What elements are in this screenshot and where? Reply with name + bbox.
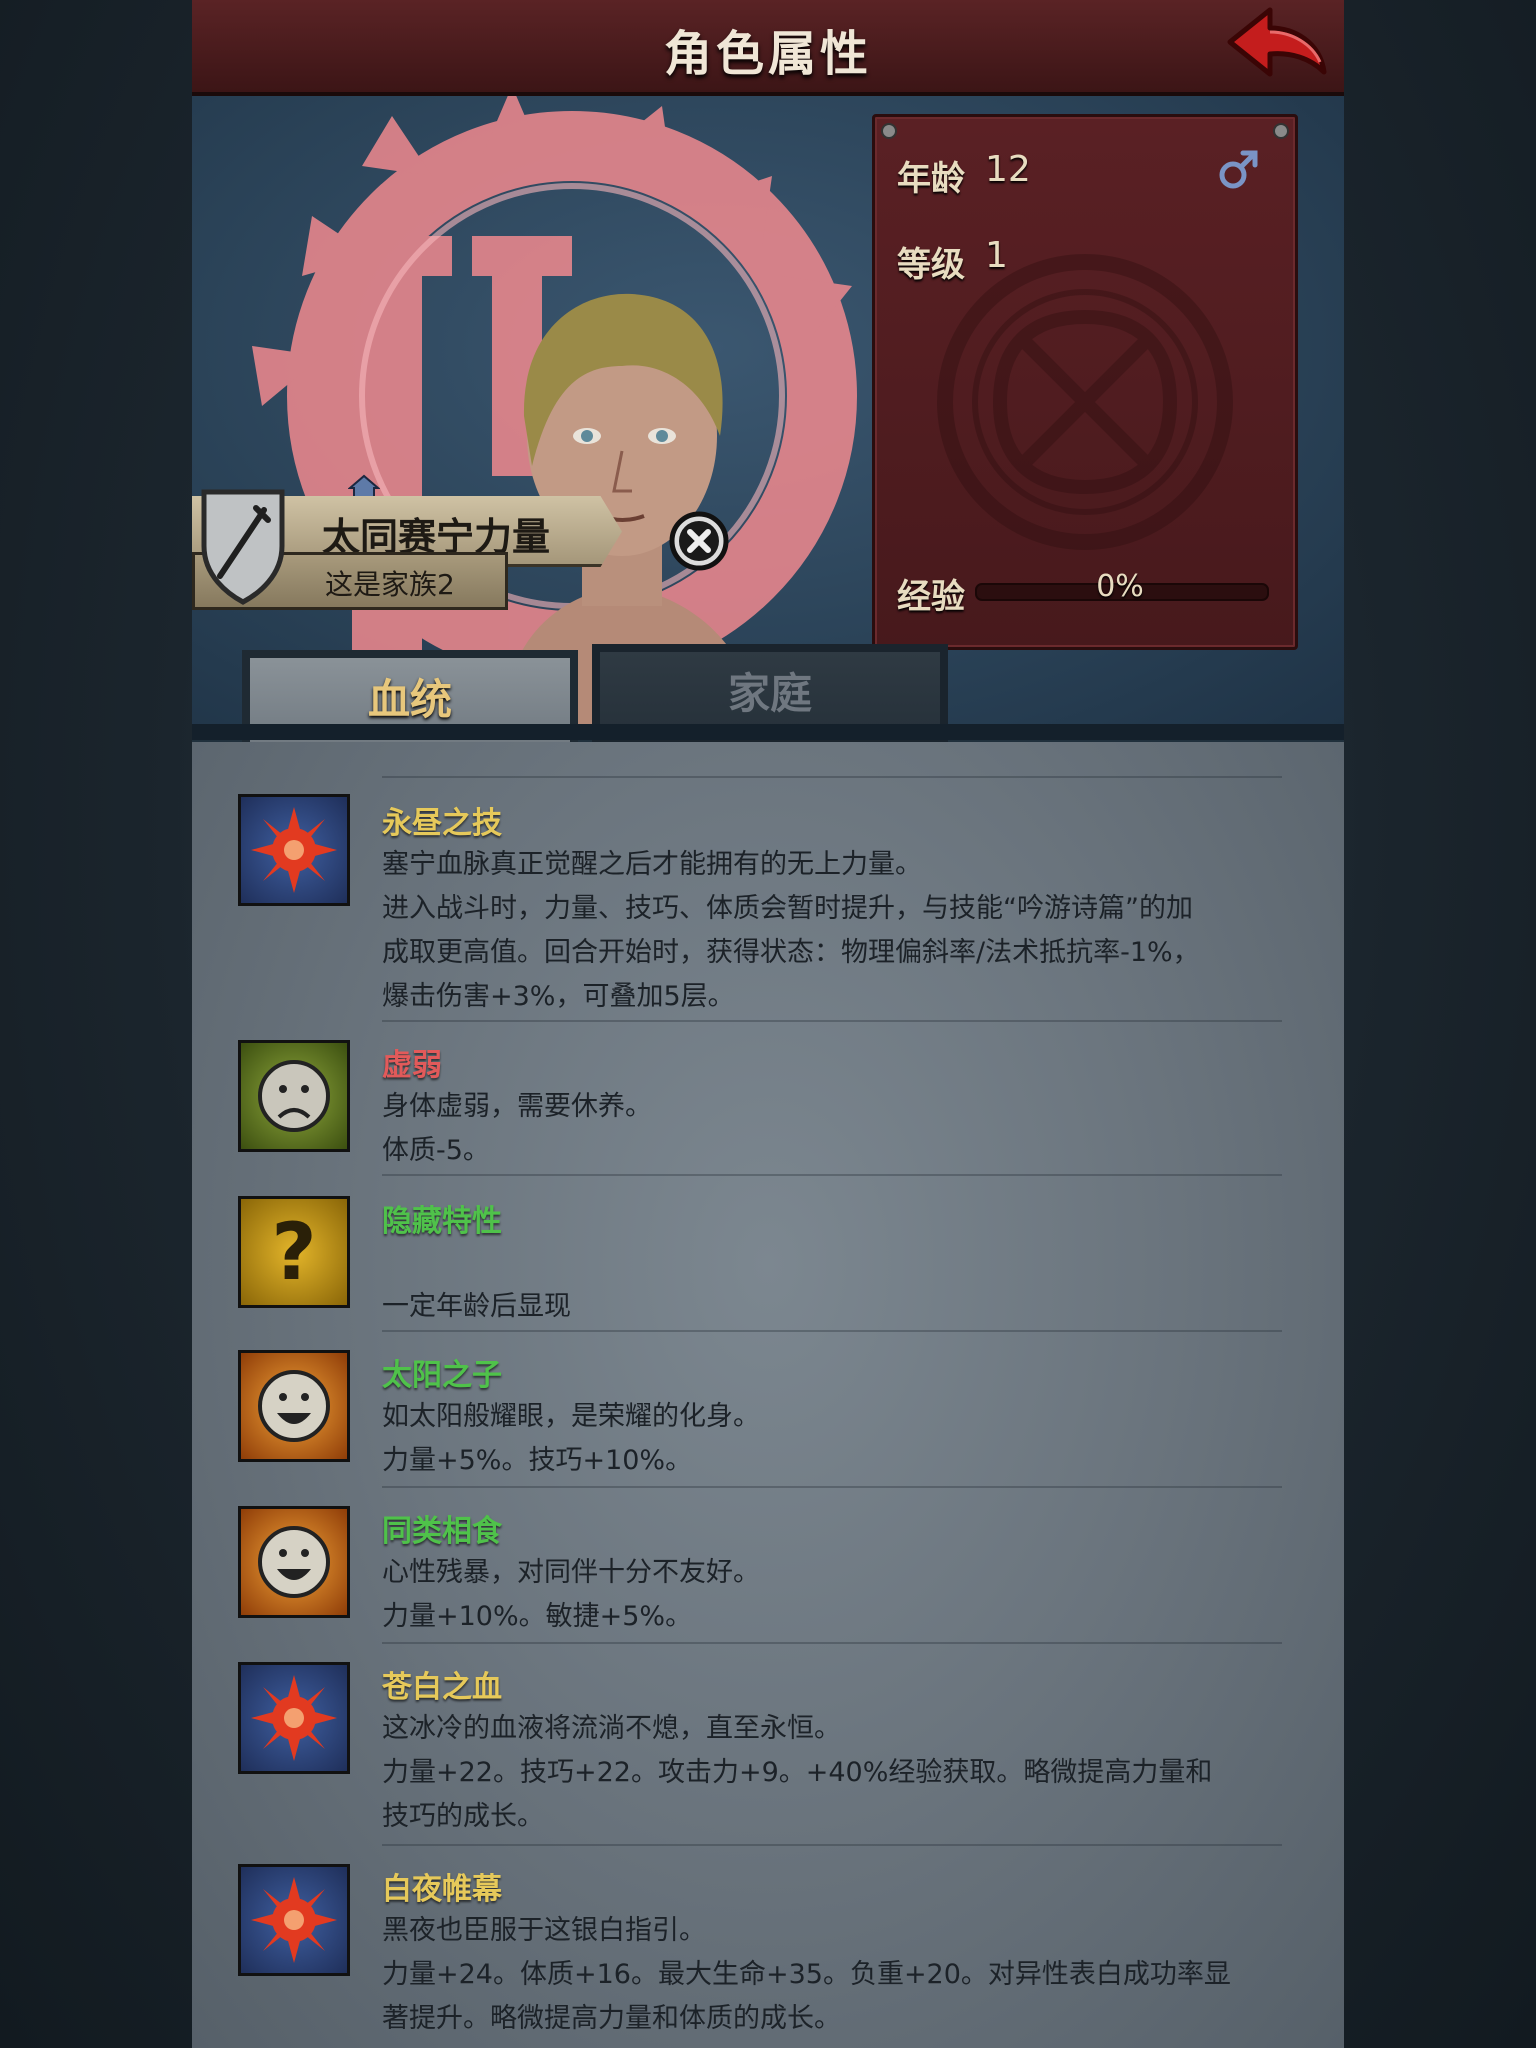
sun-rune-icon [238,794,350,906]
trait-description: 如太阳般耀眼，是荣耀的化身。 [382,1401,760,1432]
header-bar: 角色属性 [192,0,1344,96]
close-icon[interactable] [668,510,730,572]
divider [382,1844,1282,1846]
character-attributes-screen: 角色属性 年龄 12 等级 1 经验 0% 太同赛宁力量 这是家族2 血统 家庭… [192,0,1344,2048]
divider [382,1486,1282,1488]
trait-list[interactable]: 永昼之技 塞宁血脉真正觉醒之后才能拥有的无上力量。 进入战斗时，力量、技巧、体质… [192,742,1344,2048]
trait-title: 隐藏特性 [382,1204,502,1239]
question-mark-icon: ? [238,1196,350,1308]
trait-description: 一定年龄后显现 [382,1291,571,1322]
trait-description: 成取更高值。回合开始时，获得状态：物理偏斜率/法术抵抗率-1%， [382,937,1200,968]
exp-label: 经验 [897,577,965,617]
hero-section: 年龄 12 等级 1 经验 0% 太同赛宁力量 这是家族2 [192,96,1344,726]
sun-rune-icon [238,1864,350,1976]
trait-description: 著提升。略微提高力量和体质的成长。 [382,2003,841,2034]
level-value: 1 [985,235,1008,276]
age-label: 年龄 [897,159,965,199]
tab-bar: 血统 家庭 [192,640,1344,758]
divider [382,1642,1282,1644]
rivet [881,123,897,139]
svg-text:?: ? [271,1208,316,1298]
trait-title: 苍白之血 [382,1670,502,1705]
trait-description: 力量+10%。敏捷+5%。 [382,1601,693,1632]
divider [382,1174,1282,1176]
happy-sun-face-icon [238,1506,350,1618]
divider [382,776,1282,778]
sun-rune-icon [238,1662,350,1774]
trait-description: 黑夜也臣服于这银白指引。 [382,1915,706,1946]
trait-description: 身体虚弱，需要休养。 [382,1091,652,1122]
age-value: 12 [985,149,1031,190]
happy-sun-face-icon [238,1350,350,1462]
trait-description: 力量+22。技巧+22。攻击力+9。+40%经验获取。略微提高力量和 [382,1757,1213,1788]
trait-description: 这冰冷的血液将流淌不熄，直至永恒。 [382,1713,841,1744]
celtic-knot-emblem [937,254,1233,550]
trait-title: 太阳之子 [382,1358,502,1393]
trait-title: 白夜帷幕 [382,1872,502,1907]
trait-description: 体质-5。 [382,1135,490,1166]
level-label: 等级 [897,245,965,285]
trait-title: 永昼之技 [382,806,502,841]
rivet [1273,123,1289,139]
stats-panel: 年龄 12 等级 1 经验 0% [872,114,1298,650]
trait-title: 同类相食 [382,1514,502,1549]
trait-description: 技巧的成长。 [382,1801,544,1832]
sad-face-icon [238,1040,350,1152]
trait-description: 塞宁血脉真正觉醒之后才能拥有的无上力量。 [382,849,922,880]
divider [382,1330,1282,1332]
trait-description: 力量+24。体质+16。最大生命+35。负重+20。对异性表白成功率显 [382,1959,1231,1990]
family-name: 这是家族2 [325,568,455,601]
shield-sword-icon [201,489,285,605]
male-symbol-icon [1219,150,1258,189]
trait-title: 虚弱 [382,1048,442,1083]
trait-description: 心性残暴，对同伴十分不友好。 [382,1557,760,1588]
trait-description: 进入战斗时，力量、技巧、体质会暂时提升，与技能“吟游诗篇”的加 [382,893,1193,924]
trait-description: 力量+5%。技巧+10%。 [382,1445,693,1476]
page-title: 角色属性 [663,26,872,82]
trait-description: 爆击伤害+3%，可叠加5层。 [382,981,735,1012]
exp-percent: 0% [1096,569,1144,604]
tab-divider [192,724,1344,740]
divider [382,1020,1282,1022]
back-arrow-icon[interactable] [1224,2,1334,90]
